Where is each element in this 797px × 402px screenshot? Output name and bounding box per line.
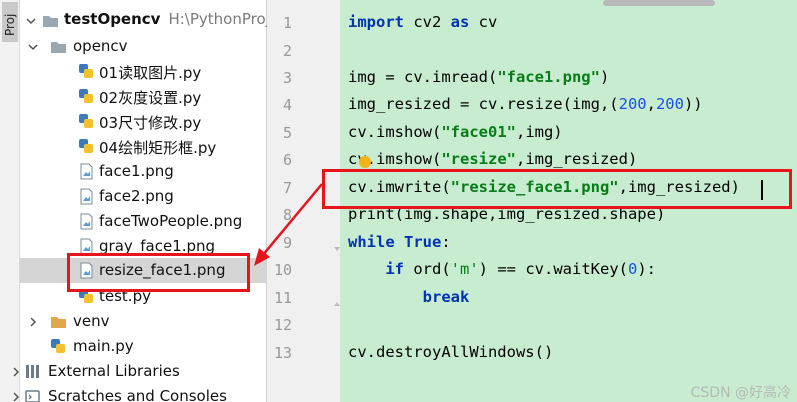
- annotation-arrow-icon: [254, 183, 323, 266]
- watermark: CSDN @好高冷: [690, 385, 791, 401]
